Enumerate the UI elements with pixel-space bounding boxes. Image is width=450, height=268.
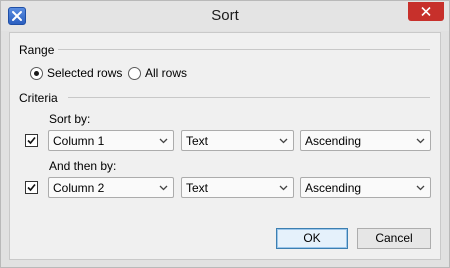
sort-by-column-select[interactable]: Column 1 xyxy=(48,130,174,151)
radio-button[interactable] xyxy=(128,66,141,80)
window-title: Sort xyxy=(211,7,239,24)
range-group-label: Range xyxy=(19,43,55,57)
then-by-checkbox[interactable] xyxy=(25,181,38,194)
close-icon xyxy=(421,7,431,16)
radio-label: All rows xyxy=(145,66,188,80)
sort-by-label: Sort by: xyxy=(49,112,91,126)
then-by-type-select[interactable]: Text xyxy=(181,177,294,198)
chevron-down-icon xyxy=(159,185,168,191)
chevron-down-icon xyxy=(159,138,168,144)
then-by-order-select[interactable]: Ascending xyxy=(300,177,431,198)
select-value: Column 1 xyxy=(53,134,105,148)
radio-button[interactable] xyxy=(30,66,43,80)
then-by-label: And then by: xyxy=(49,159,117,173)
radio-selected-rows[interactable]: Selected rows xyxy=(30,66,122,80)
criteria-separator xyxy=(68,97,430,98)
radio-all-rows[interactable]: All rows xyxy=(128,66,187,80)
ok-button[interactable]: OK xyxy=(276,228,348,249)
close-button[interactable] xyxy=(408,2,444,21)
title-bar[interactable]: Sort xyxy=(1,1,449,31)
select-value: Text xyxy=(186,134,209,148)
sort-dialog: Sort Range Selected rows All rows Criter… xyxy=(0,0,450,268)
chevron-down-icon xyxy=(416,185,425,191)
sort-by-checkbox[interactable] xyxy=(25,134,38,147)
then-by-column-select[interactable]: Column 2 xyxy=(48,177,174,198)
cancel-button[interactable]: Cancel xyxy=(357,228,431,249)
range-separator xyxy=(58,49,430,50)
checkmark-icon xyxy=(27,136,36,145)
radio-label: Selected rows xyxy=(47,66,123,80)
checkmark-icon xyxy=(27,183,36,192)
chevron-down-icon xyxy=(416,138,425,144)
sort-by-order-select[interactable]: Ascending xyxy=(300,130,431,151)
select-value: Ascending xyxy=(305,134,362,148)
criteria-group-label: Criteria xyxy=(19,91,58,105)
sort-by-type-select[interactable]: Text xyxy=(181,130,294,151)
dialog-body: Range Selected rows All rows Criteria So… xyxy=(9,32,441,260)
chevron-down-icon xyxy=(279,138,288,144)
select-value: Ascending xyxy=(305,181,362,195)
select-value: Column 2 xyxy=(53,181,105,195)
select-value: Text xyxy=(186,181,209,195)
chevron-down-icon xyxy=(279,185,288,191)
